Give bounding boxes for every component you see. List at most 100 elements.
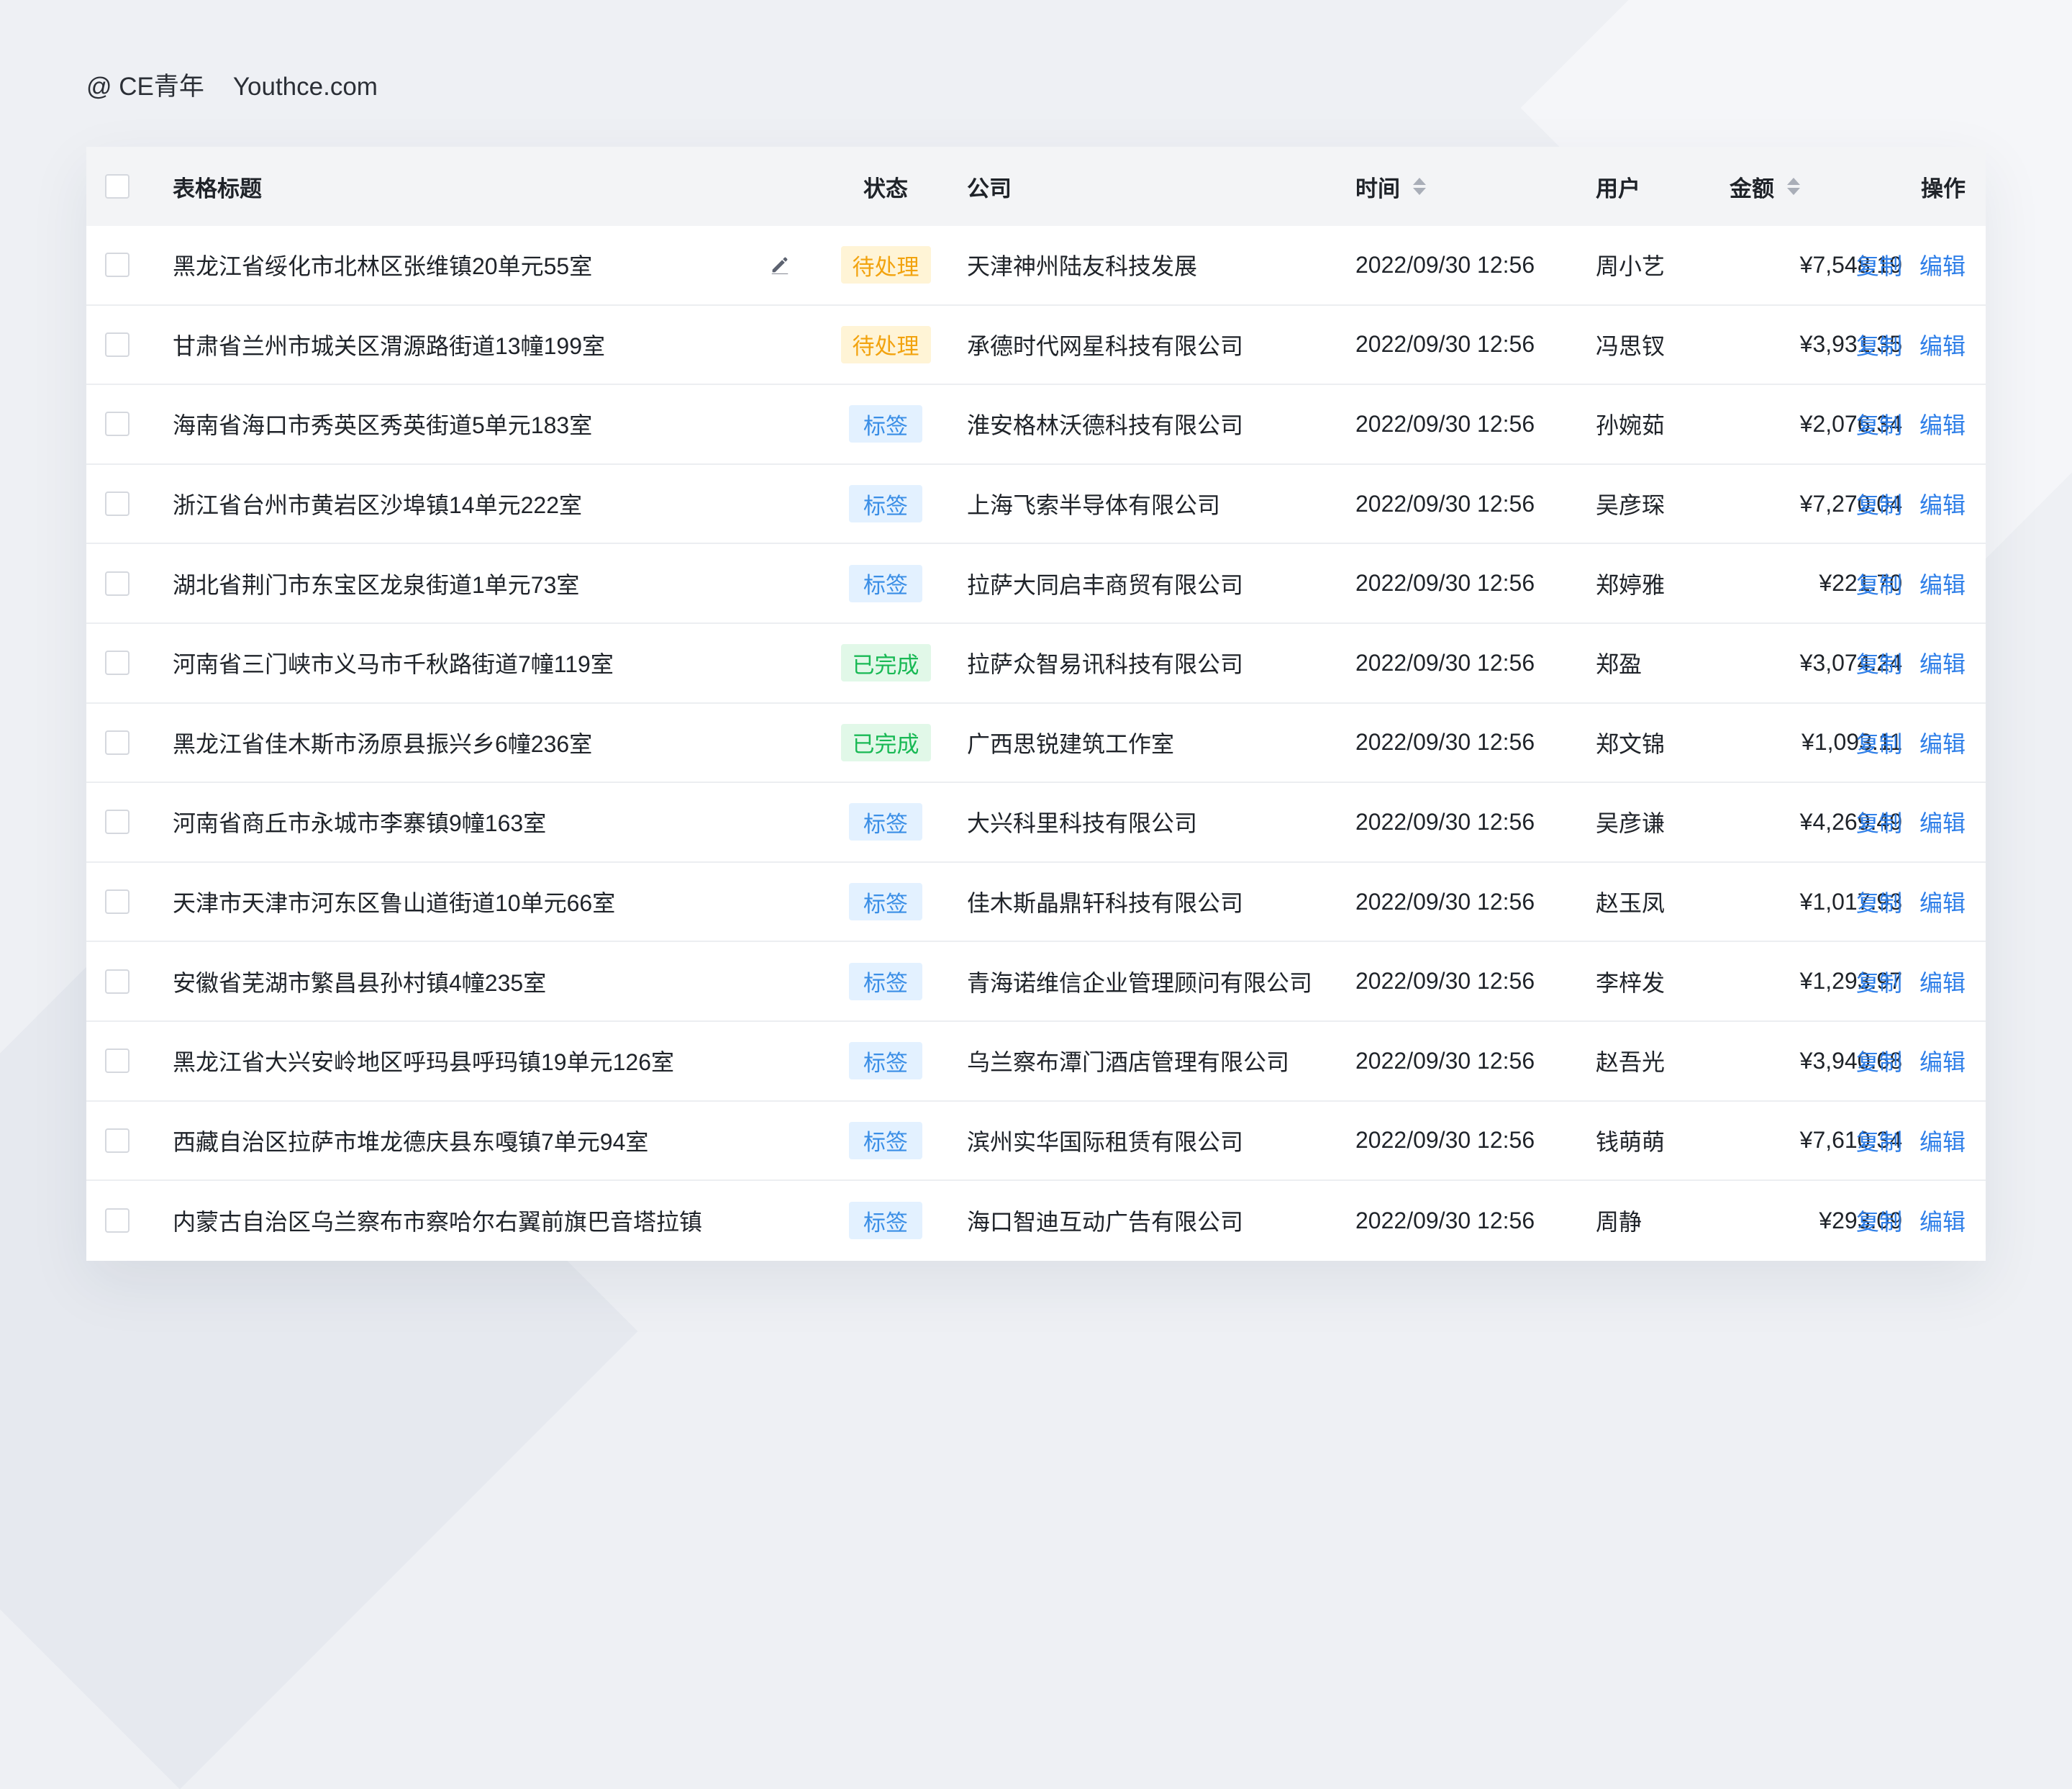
row-checkbox[interactable] (105, 332, 130, 357)
table-row: 甘肃省兰州市城关区渭源路街道13幢199室 待处理 承德时代网星科技有限公司 2… (86, 306, 1986, 386)
edit-link[interactable]: 编辑 (1919, 487, 1966, 520)
header-ops: 操作 (1921, 176, 1966, 201)
row-status-cell: 标签 (835, 544, 937, 622)
row-checkbox-cell (105, 226, 132, 304)
copy-link[interactable]: 复制 (1856, 726, 1902, 759)
status-badge: 标签 (849, 1121, 922, 1159)
row-checkbox[interactable] (105, 412, 130, 437)
edit-link[interactable]: 编辑 (1919, 407, 1966, 440)
row-checkbox-cell (105, 544, 132, 622)
copy-link[interactable]: 复制 (1856, 1044, 1902, 1077)
row-checkbox[interactable] (105, 730, 130, 755)
row-actions: 复制 编辑 (1856, 863, 1986, 941)
row-status-cell: 标签 (835, 465, 937, 543)
copy-link[interactable]: 复制 (1856, 1124, 1902, 1157)
header-time: 时间 (1355, 176, 1400, 201)
status-badge: 标签 (849, 564, 922, 602)
edit-link[interactable]: 编辑 (1919, 965, 1966, 998)
copy-link[interactable]: 复制 (1856, 965, 1902, 998)
row-checkbox-cell (105, 1022, 132, 1100)
edit-link[interactable]: 编辑 (1919, 567, 1966, 600)
row-title: 海南省海口市秀英区秀英街道5单元183室 (173, 412, 593, 439)
sort-icon[interactable] (1787, 178, 1800, 195)
edit-link[interactable]: 编辑 (1919, 328, 1966, 361)
row-company: 滨州实华国际租赁有限公司 (967, 1128, 1244, 1155)
row-actions: 复制 编辑 (1856, 1181, 1986, 1261)
table-row: 黑龙江省绥化市北林区张维镇20单元55室 待处理 天津神州陆友科技发展 2022… (86, 226, 1986, 306)
row-time: 2022/09/30 12:56 (1355, 410, 1535, 437)
header-time-sortable[interactable]: 时间 (1355, 147, 1586, 226)
edit-link[interactable]: 编辑 (1919, 1124, 1966, 1157)
edit-link[interactable]: 编辑 (1919, 885, 1966, 918)
row-checkbox[interactable] (105, 1208, 130, 1233)
row-actions: 复制 编辑 (1856, 1022, 1986, 1100)
row-title: 湖北省荆门市东宝区龙泉街道1单元73室 (173, 571, 580, 598)
row-user: 吴彦谦 (1596, 810, 1666, 837)
row-checkbox-cell (105, 624, 132, 702)
copy-link[interactable]: 复制 (1856, 805, 1902, 838)
copy-link[interactable]: 复制 (1856, 248, 1902, 281)
copy-link[interactable]: 复制 (1856, 567, 1902, 600)
select-all-checkbox[interactable] (105, 174, 130, 199)
row-time: 2022/09/30 12:56 (1355, 808, 1535, 835)
row-checkbox-cell (105, 1102, 132, 1180)
row-checkbox[interactable] (105, 969, 130, 994)
edit-link[interactable]: 编辑 (1919, 248, 1966, 281)
row-actions: 复制 编辑 (1856, 783, 1986, 861)
copy-link[interactable]: 复制 (1856, 1204, 1902, 1237)
row-status-cell: 标签 (835, 1102, 937, 1180)
row-checkbox[interactable] (105, 889, 130, 915)
edit-link[interactable]: 编辑 (1919, 805, 1966, 838)
table-row: 河南省商丘市永城市李寨镇9幢163室 标签 大兴科里科技有限公司 2022/09… (86, 783, 1986, 863)
copy-link[interactable]: 复制 (1856, 328, 1902, 361)
row-user: 吴彦琛 (1596, 492, 1666, 519)
copy-link[interactable]: 复制 (1856, 407, 1902, 440)
row-company: 广西思锐建筑工作室 (967, 730, 1175, 757)
row-user: 周静 (1596, 1209, 1642, 1236)
row-checkbox[interactable] (105, 1049, 130, 1074)
row-checkbox[interactable] (105, 810, 130, 835)
row-company: 海口智迪互动广告有限公司 (967, 1209, 1244, 1236)
edit-link[interactable]: 编辑 (1919, 726, 1966, 759)
row-checkbox[interactable] (105, 1128, 130, 1153)
row-status-cell: 待处理 (835, 306, 937, 384)
row-checkbox-cell (105, 385, 132, 463)
row-time: 2022/09/30 12:56 (1355, 1047, 1535, 1074)
row-checkbox[interactable] (105, 571, 130, 596)
copy-link[interactable]: 复制 (1856, 646, 1902, 679)
row-title: 甘肃省兰州市城关区渭源路街道13幢199室 (173, 332, 605, 359)
table-header: 表格标题 状态 公司 时间 用户 金额 操作 (86, 147, 1986, 226)
edit-link[interactable]: 编辑 (1919, 1044, 1966, 1077)
row-time: 2022/09/30 12:56 (1355, 729, 1535, 756)
row-actions: 复制 编辑 (1856, 942, 1986, 1020)
row-actions: 复制 编辑 (1856, 704, 1986, 782)
row-checkbox[interactable] (105, 253, 130, 278)
row-checkbox[interactable] (105, 492, 130, 517)
row-checkbox-cell (105, 863, 132, 941)
row-title: 西藏自治区拉萨市堆龙德庆县东嘎镇7单元94室 (173, 1128, 649, 1155)
row-user: 冯思钗 (1596, 332, 1666, 359)
sort-icon[interactable] (1413, 178, 1426, 195)
row-actions: 复制 编辑 (1856, 226, 1986, 304)
header-checkbox-cell (105, 147, 132, 226)
brand-site: Youthce.com (232, 73, 378, 101)
row-time: 2022/09/30 12:56 (1355, 251, 1535, 278)
brand-handle: @ CE青年 (86, 73, 204, 101)
row-company: 佳木斯晶鼎轩科技有限公司 (967, 890, 1244, 917)
edit-link[interactable]: 编辑 (1919, 646, 1966, 679)
row-user: 李梓发 (1596, 969, 1666, 996)
row-checkbox[interactable] (105, 651, 130, 676)
row-status-cell: 标签 (835, 1181, 937, 1261)
edit-link[interactable]: 编辑 (1919, 1204, 1966, 1237)
copy-link[interactable]: 复制 (1856, 487, 1902, 520)
row-checkbox-cell (105, 465, 132, 543)
status-badge: 标签 (849, 1202, 922, 1240)
row-user: 郑文锦 (1596, 730, 1666, 757)
pencil-icon[interactable] (769, 254, 791, 276)
status-badge: 标签 (849, 1042, 922, 1080)
copy-link[interactable]: 复制 (1856, 885, 1902, 918)
row-user: 钱萌萌 (1596, 1128, 1666, 1155)
status-badge: 待处理 (840, 246, 931, 284)
status-badge: 标签 (849, 883, 922, 921)
row-user: 郑盈 (1596, 651, 1642, 678)
